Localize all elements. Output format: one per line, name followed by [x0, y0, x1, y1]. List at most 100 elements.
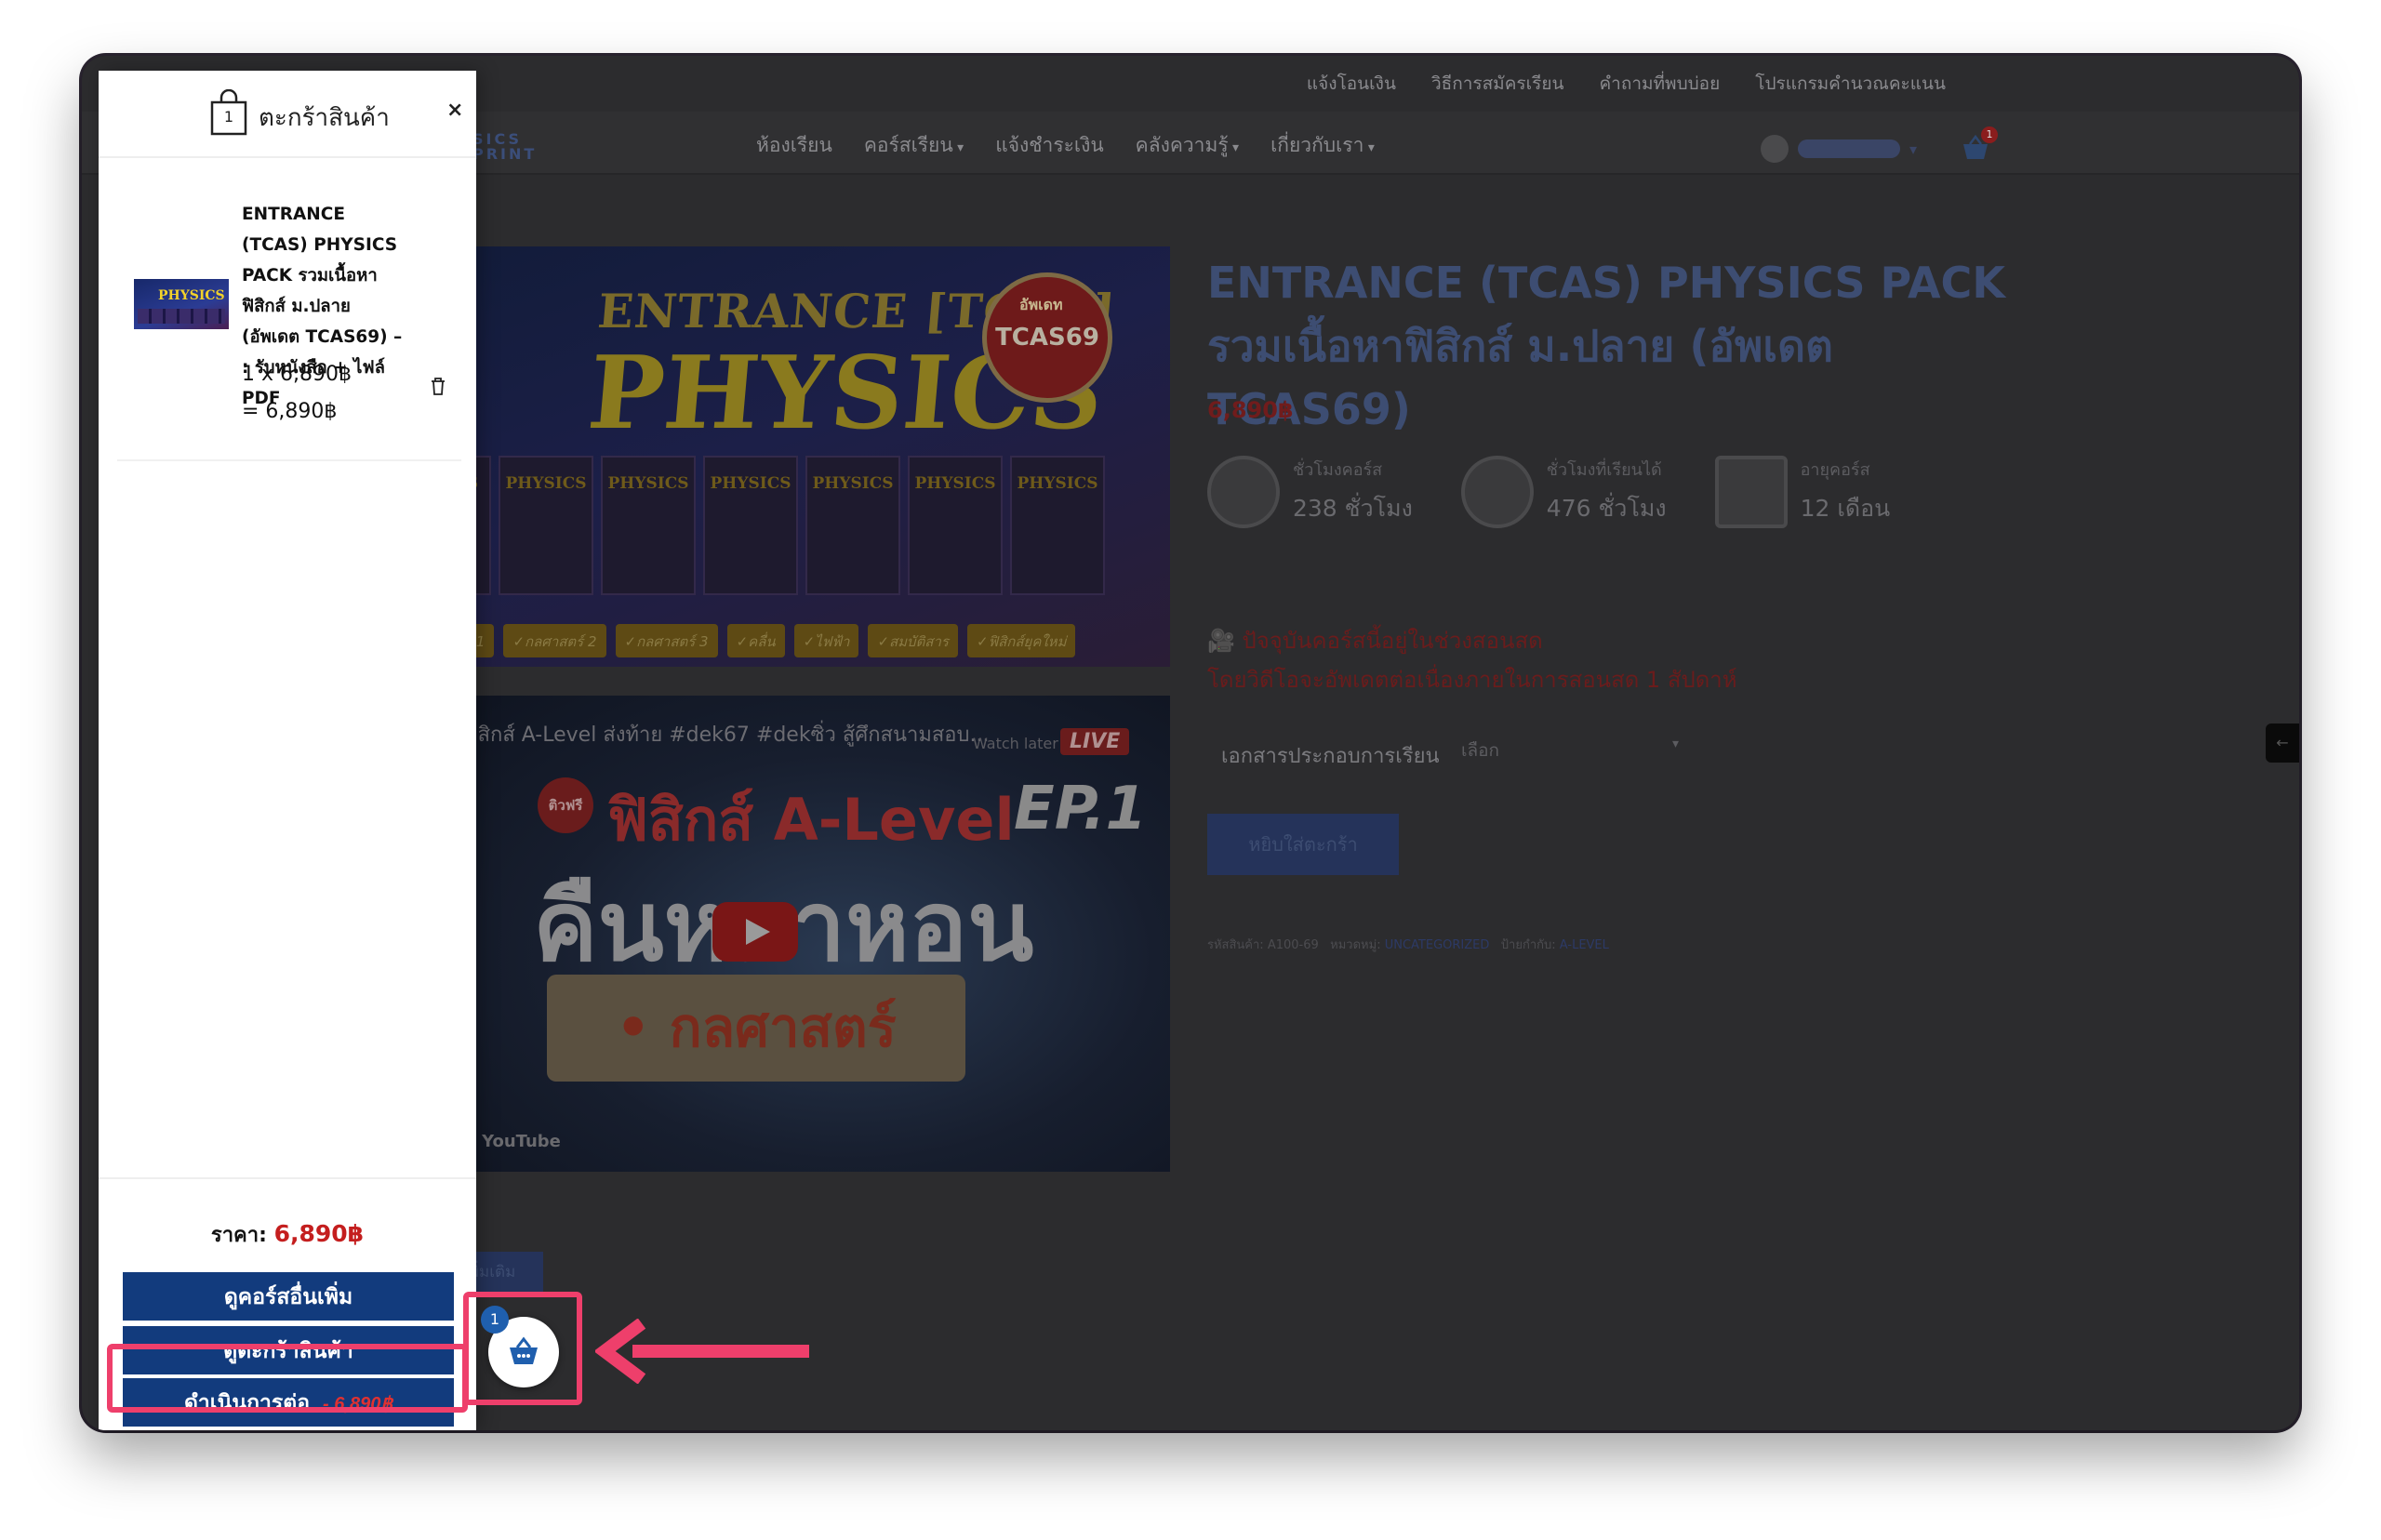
stat-value: 12 เดือน: [1800, 495, 1891, 522]
arrow-left-icon: [595, 1319, 809, 1384]
thumbnail-text: PHYSICS: [158, 288, 225, 303]
cart-item: PHYSICS ENTRANCE (TCAS) PHYSICS PACK รวม…: [117, 182, 461, 461]
book-cover: PHYSICS: [703, 456, 798, 595]
cart-total-label: ราคา:: [210, 1224, 267, 1247]
topic-tag: ✓ฟิสิกส์ยุคใหม่: [966, 624, 1076, 657]
free-badge: ติวฟรี: [538, 777, 593, 833]
site-logo[interactable]: SICS PRINT: [472, 132, 537, 162]
badge-small-text: อัพเดท: [1019, 296, 1063, 313]
book-cover: PHYSICS: [805, 456, 900, 595]
product-title: ENTRANCE (TCAS) PHYSICS PACK รวมเนื้อหาฟ…: [1207, 258, 2005, 434]
live-badge: LIVE: [1060, 728, 1130, 755]
menu-about[interactable]: เกี่ยวกับเรา: [1270, 130, 1375, 161]
stat-value: 238 ชั่วโมง: [1293, 495, 1413, 522]
cart-item-subtotal: = 6,890฿: [242, 400, 338, 423]
chevron-down-icon: ▾: [1909, 139, 1918, 158]
trash-icon[interactable]: [428, 376, 448, 396]
cart-total: ราคา: 6,890฿: [99, 1218, 476, 1251]
browser-window: แจ้งโอนเงิน วิธีการสมัครเรียน คำถามที่พบ…: [82, 56, 2299, 1430]
logo-text-bottom: PRINT: [472, 145, 538, 163]
tag-link[interactable]: A-LEVEL: [1560, 938, 1609, 952]
header-cart-count: 1: [1981, 126, 1998, 143]
play-icon[interactable]: [712, 902, 798, 962]
stat-label: ชั่วโมงที่เรียนได้: [1546, 460, 1662, 480]
close-icon[interactable]: ×: [446, 99, 463, 122]
menu-payment[interactable]: แจ้งชำระเงิน: [995, 130, 1103, 161]
avatar: [1761, 135, 1789, 163]
basket-icon: [510, 1336, 538, 1364]
notice-line-2: โดยวิดีโอจะอัพเดตต่อเนื่องภายในการสอนสด …: [1207, 667, 1737, 693]
add-to-cart-button[interactable]: หยิบใส่ตะกร้า: [1207, 814, 1399, 875]
top-link-calculator[interactable]: โปรแกรมคำนวณคะแนน: [1755, 70, 1946, 98]
floating-cart-count: 1: [481, 1306, 509, 1334]
username-redacted: [1798, 139, 1900, 158]
book-cover: PHYSICS: [1010, 456, 1105, 595]
stat-value: 476 ชั่วโมง: [1546, 495, 1667, 522]
cart-item-qty: 1 x 6,890฿: [242, 363, 352, 386]
top-link-faq[interactable]: คำถามที่พบบ่อย: [1599, 70, 1720, 98]
episode-label: EP.1: [1014, 775, 1147, 843]
menu-knowledge[interactable]: คลังความรู้: [1136, 130, 1239, 161]
book-label: PHYSICS: [505, 474, 587, 493]
course-stats: ชั่วโมงคอร์ส 238 ชั่วโมง ชั่วโมงที่เรียน…: [1207, 456, 1890, 528]
youtube-label: YouTube: [482, 1132, 561, 1151]
book-row: S PHYSICS PHYSICS PHYSICS PHYSICS PHYSIC…: [454, 456, 1170, 595]
cart-item-thumbnail[interactable]: PHYSICS: [134, 279, 229, 329]
youtube-logo[interactable]: ▶ YouTube: [463, 1132, 561, 1151]
calendar-icon: [1714, 456, 1788, 528]
book-label: PHYSICS: [914, 474, 996, 493]
thumbnail-books: [138, 309, 225, 324]
badge-text: TCAS69: [995, 324, 1099, 352]
product-image-badge: อัพเดท TCAS69: [982, 272, 1112, 403]
tag-label: ป้ายกำกับ:: [1500, 938, 1556, 952]
topic-tag: ✓กลศาสตร์ 3: [615, 624, 718, 657]
book-label: PHYSICS: [710, 474, 791, 493]
document-option-label: เอกสารประกอบการเรียน: [1221, 745, 1440, 768]
video-topic: • กลศาสตร์: [547, 975, 965, 1082]
topic-tag: ✓สมบัติสาร: [868, 624, 958, 657]
product-image[interactable]: ENTRANCE [TCAS] PHYSICS อัพเดท TCAS69 S …: [454, 246, 1170, 667]
stat-label: อายุคอร์ส: [1800, 460, 1870, 480]
more-courses-button[interactable]: ดูคอร์สอื่นเพิ่ม: [123, 1272, 454, 1321]
book-cover: PHYSICS: [601, 456, 696, 595]
book-label: PHYSICS: [607, 474, 689, 493]
timer-icon: [1460, 456, 1534, 528]
bag-count: 1: [223, 108, 234, 126]
product-price: 6,890฿: [1207, 397, 1294, 423]
main-menu: ห้องเรียน คอร์สเรียน แจ้งชำระเงิน คลังคว…: [756, 130, 1375, 161]
youtube-embed[interactable]: ฟิสิกส์ A-Level ส่งท้าย #dek67 #dekซิ่ว …: [454, 696, 1170, 1172]
arrow-left-icon: ←: [2276, 734, 2289, 751]
topic-tag: ✓ไฟฟ้า: [793, 624, 859, 657]
chevron-down-icon: ▾: [1671, 737, 1679, 751]
checkout-highlight-box: [107, 1344, 468, 1413]
menu-classroom[interactable]: ห้องเรียน: [756, 130, 832, 161]
floating-cart-button[interactable]: 1: [481, 1306, 559, 1387]
live-notice: 🎥 ปัจจุบันคอร์สนี้อยู่ในช่วงสอนสด โดยวิด…: [1207, 621, 1737, 699]
stat-study-hours: ชั่วโมงที่เรียนได้ 476 ชั่วโมง: [1460, 456, 1667, 528]
book-cover: PHYSICS: [908, 456, 1003, 595]
sku: รหัสสินค้า: A100-69: [1207, 938, 1319, 952]
book-cover: PHYSICS: [499, 456, 593, 595]
notice-line-1: 🎥 ปัจจุบันคอร์สนี้อยู่ในช่วงสอนสด: [1207, 628, 1543, 654]
top-link-howto[interactable]: วิธีการสมัครเรียน: [1431, 70, 1564, 98]
stopwatch-icon: [1207, 456, 1280, 528]
cart-total-value: 6,890฿: [273, 1220, 365, 1247]
top-link-transfer[interactable]: แจ้งโอนเงิน: [1307, 70, 1396, 98]
header-cart-button[interactable]: 1: [1961, 126, 1998, 162]
video-title[interactable]: ฟิสิกส์ A-Level ส่งท้าย #dek67 #dekซิ่ว …: [463, 718, 989, 750]
cart-drawer: 1 ตะกร้าสินค้า × PHYSICS ENTRANCE (TCAS)…: [99, 71, 476, 1430]
topic-ribbon: ส์ 1 ✓กลศาสตร์ 2 ✓กลศาสตร์ 3 ✓คลื่น ✓ไฟฟ…: [454, 624, 1170, 657]
topic-tag: ✓กลศาสตร์ 2: [503, 624, 606, 657]
watch-later-button[interactable]: Watch later: [973, 735, 1058, 752]
cart-drawer-header: 1 ตะกร้าสินค้า ×: [99, 71, 476, 158]
stat-label: ชั่วโมงคอร์ส: [1293, 460, 1383, 480]
document-option-select[interactable]: เลือก ▾: [1454, 733, 1686, 764]
book-label: PHYSICS: [1017, 474, 1098, 493]
cart-drawer-title: ตะกร้าสินค้า: [259, 104, 390, 132]
side-toggle-button[interactable]: ←: [2266, 724, 2299, 763]
menu-courses[interactable]: คอร์สเรียน: [864, 130, 964, 161]
category-label: หมวดหมู่:: [1330, 938, 1381, 952]
book-label: PHYSICS: [812, 474, 894, 493]
user-menu[interactable]: ▾: [1761, 135, 1917, 163]
category-link[interactable]: UNCATEGORIZED: [1385, 938, 1490, 952]
